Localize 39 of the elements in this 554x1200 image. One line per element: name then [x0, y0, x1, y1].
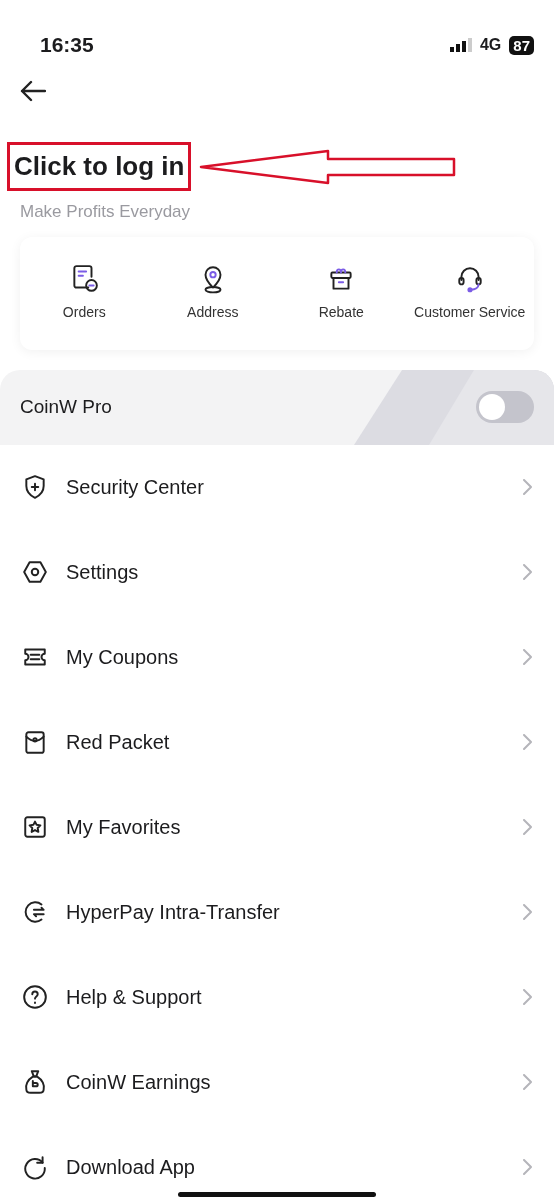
- star-box-icon: [22, 814, 48, 840]
- chevron-right-icon: [523, 904, 532, 920]
- chevron-right-icon: [523, 479, 532, 495]
- shortcut-button[interactable]: Orders: [20, 263, 149, 323]
- menu-item[interactable]: HyperPay Intra-Transfer: [0, 869, 554, 955]
- menu-item[interactable]: Security Center: [0, 444, 554, 530]
- hexagon-icon: [22, 559, 48, 585]
- toggle-switch[interactable]: [476, 391, 534, 423]
- network-label: 4G: [479, 35, 502, 55]
- question-circle-icon: [22, 984, 48, 1010]
- menu-item[interactable]: My Favorites: [0, 784, 554, 870]
- shortcut-button[interactable]: Address: [148, 263, 277, 323]
- subtitle: Make Profits Everyday: [20, 201, 192, 223]
- chevron-right-icon: [523, 989, 532, 1005]
- transfer-arrows-icon: [22, 899, 48, 925]
- shield-plus-icon: [22, 474, 48, 500]
- chevron-right-icon: [523, 649, 532, 665]
- menu-item[interactable]: CoinW Earnings: [0, 1039, 554, 1125]
- chevron-right-icon: [523, 734, 532, 750]
- money-bag-icon: [22, 1069, 48, 1095]
- shortcut-button[interactable]: Customer Service: [405, 263, 534, 323]
- clock-time: 16:35: [40, 32, 94, 59]
- back-arrow-icon[interactable]: [20, 80, 46, 102]
- menu-item[interactable]: My Coupons: [0, 614, 554, 700]
- menu-item[interactable]: Download App: [0, 1124, 554, 1200]
- chevron-right-icon: [523, 819, 532, 835]
- login-link[interactable]: Click to log in: [7, 142, 192, 191]
- signal-icon: [449, 38, 472, 52]
- chevron-right-icon: [523, 1074, 532, 1090]
- menu-item[interactable]: Red Packet: [0, 699, 554, 785]
- battery-level: 87: [509, 35, 534, 55]
- chevron-right-icon: [523, 1159, 532, 1175]
- refresh-arrow-icon: [22, 1154, 48, 1180]
- chevron-right-icon: [523, 564, 532, 580]
- pro-mode-label: CoinW Pro: [20, 394, 112, 419]
- menu-item[interactable]: Help & Support: [0, 954, 554, 1040]
- shortcut-button[interactable]: Rebate: [277, 263, 406, 323]
- envelope-icon: [22, 729, 48, 755]
- menu-item[interactable]: Settings: [0, 529, 554, 615]
